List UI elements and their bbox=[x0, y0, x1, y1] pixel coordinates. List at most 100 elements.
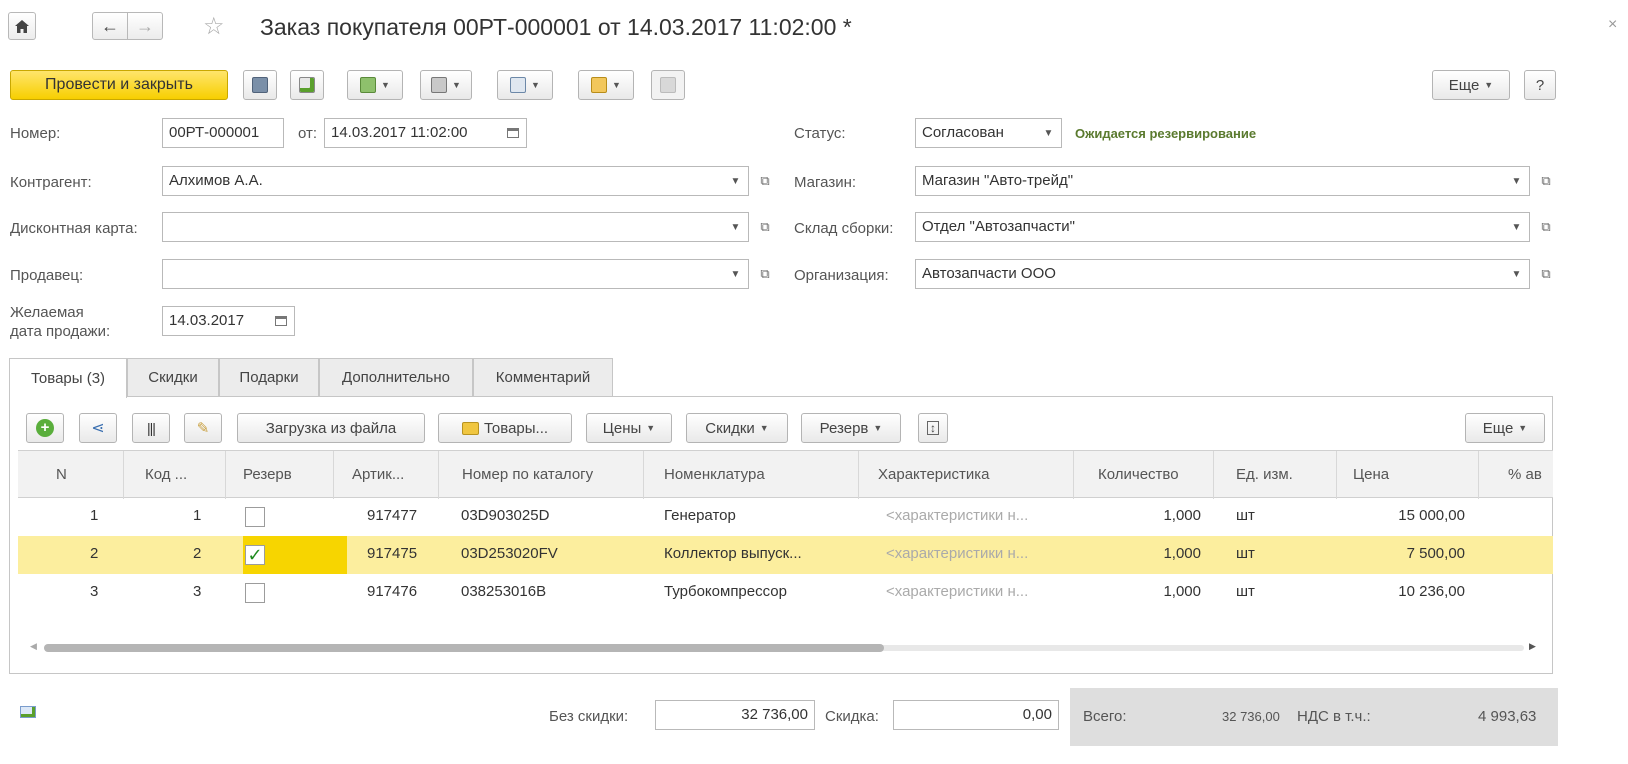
edit-disabled-button[interactable] bbox=[651, 70, 685, 100]
table-more-button[interactable]: Еще ▼ bbox=[1465, 413, 1545, 443]
post-and-close-button[interactable]: Провести и закрыть bbox=[10, 70, 228, 100]
scroll-left-icon[interactable]: ◀ bbox=[30, 641, 37, 652]
total-value: 32 736,00 bbox=[1222, 709, 1280, 724]
number-label: Номер: bbox=[10, 125, 61, 142]
edit-button[interactable]: ✎ bbox=[184, 413, 222, 443]
desired-date-calendar-button[interactable] bbox=[267, 306, 295, 336]
column-header-characteristic[interactable]: Характеристика bbox=[878, 466, 990, 483]
tab-discounts[interactable]: Скидки bbox=[127, 358, 219, 396]
reports-button[interactable]: ▼ bbox=[497, 70, 553, 100]
seller-dropdown-button[interactable]: ▼ bbox=[723, 259, 749, 289]
post-button[interactable] bbox=[290, 70, 324, 100]
help-button[interactable]: ? bbox=[1524, 70, 1556, 100]
status-select[interactable]: Согласован bbox=[915, 118, 1037, 148]
discount-card-field[interactable] bbox=[162, 212, 724, 242]
warehouse-field[interactable]: Отдел "Автозапчасти" bbox=[915, 212, 1505, 242]
column-header-reserve[interactable]: Резерв bbox=[243, 466, 292, 483]
chevron-down-icon: ▼ bbox=[873, 423, 883, 433]
column-divider bbox=[123, 451, 124, 499]
chevron-down-icon: ▼ bbox=[759, 423, 769, 433]
barcode-button[interactable]: ||| bbox=[132, 413, 170, 443]
column-header-discount-percent[interactable]: % ав bbox=[1508, 466, 1542, 483]
store-label: Магазин: bbox=[794, 174, 857, 191]
post-document-icon bbox=[299, 77, 315, 93]
counterparty-dropdown-button[interactable]: ▼ bbox=[723, 166, 749, 196]
close-button[interactable]: × bbox=[1608, 16, 1617, 34]
discounts-button[interactable]: Скидки ▼ bbox=[686, 413, 788, 443]
back-button[interactable]: ← bbox=[92, 12, 128, 40]
load-from-file-button[interactable]: Загрузка из файла bbox=[237, 413, 425, 443]
row-height-button[interactable]: ↕ bbox=[918, 413, 948, 443]
tab-gifts[interactable]: Подарки bbox=[219, 358, 319, 396]
seller-open-button[interactable]: ⧉ bbox=[753, 259, 777, 289]
cell-nomenclature: Турбокомпрессор bbox=[664, 583, 787, 600]
add-icon: + bbox=[36, 419, 54, 437]
message-icon[interactable] bbox=[20, 706, 36, 718]
column-header-quantity[interactable]: Количество bbox=[1098, 466, 1179, 483]
barcode-icon: ||| bbox=[147, 420, 156, 436]
counterparty-open-button[interactable]: ⧉ bbox=[753, 166, 777, 196]
scrollbar-thumb[interactable] bbox=[44, 644, 884, 652]
home-button[interactable] bbox=[8, 12, 36, 40]
open-window-icon: ⧉ bbox=[1541, 219, 1551, 234]
store-dropdown-button[interactable]: ▼ bbox=[1504, 166, 1530, 196]
horizontal-scrollbar[interactable]: ◀ ▶ bbox=[26, 641, 1546, 655]
chevron-down-icon: ▼ bbox=[1043, 127, 1054, 139]
column-header-unit[interactable]: Ед. изм. bbox=[1236, 466, 1293, 483]
open-window-icon: ⧉ bbox=[760, 173, 770, 188]
cell-price: 7 500,00 bbox=[1406, 545, 1465, 562]
organization-open-button[interactable]: ⧉ bbox=[1534, 259, 1558, 289]
reserve-button[interactable]: Резерв ▼ bbox=[801, 413, 901, 443]
organization-field[interactable]: Автозапчасти ООО bbox=[915, 259, 1505, 289]
discount-card-open-button[interactable]: ⧉ bbox=[753, 212, 777, 242]
counterparty-field[interactable]: Алхимов А.А. bbox=[162, 166, 724, 196]
cell-unit: шт bbox=[1236, 583, 1255, 600]
date-field[interactable]: 14.03.2017 11:02:00 bbox=[324, 118, 500, 148]
column-header-n[interactable]: N bbox=[56, 466, 67, 483]
expand-icon: ↕ bbox=[927, 421, 939, 435]
calendar-button[interactable] bbox=[499, 118, 527, 148]
prices-button[interactable]: Цены ▼ bbox=[586, 413, 672, 443]
pencil-icon: ✎ bbox=[196, 420, 210, 437]
cell-price: 15 000,00 bbox=[1398, 507, 1465, 524]
tab-additional[interactable]: Дополнительно bbox=[319, 358, 473, 396]
column-header-nomenclature[interactable]: Номенклатура bbox=[664, 466, 765, 483]
forward-button[interactable]: → bbox=[127, 12, 163, 40]
discount-card-dropdown-button[interactable]: ▼ bbox=[723, 212, 749, 242]
save-button[interactable] bbox=[243, 70, 277, 100]
reserve-checkbox-checked[interactable]: ✓ bbox=[245, 545, 265, 565]
create-based-on-button[interactable]: ▼ bbox=[347, 70, 403, 100]
attachments-button[interactable]: ▼ bbox=[578, 70, 634, 100]
desired-date-label-line2: дата продажи: bbox=[10, 323, 111, 340]
warehouse-dropdown-button[interactable]: ▼ bbox=[1504, 212, 1530, 242]
add-row-button[interactable]: + bbox=[26, 413, 64, 443]
share-button[interactable]: ⋖ bbox=[79, 413, 117, 443]
store-open-button[interactable]: ⧉ bbox=[1534, 166, 1558, 196]
desired-date-field[interactable]: 14.03.2017 bbox=[162, 306, 268, 336]
column-header-price[interactable]: Цена bbox=[1353, 466, 1389, 483]
column-header-article[interactable]: Артик... bbox=[352, 466, 404, 483]
store-field[interactable]: Магазин "Авто-трейд" bbox=[915, 166, 1505, 196]
print-button[interactable]: ▼ bbox=[420, 70, 472, 100]
organization-dropdown-button[interactable]: ▼ bbox=[1504, 259, 1530, 289]
goods-select-button[interactable]: Товары... bbox=[438, 413, 572, 443]
organization-label: Организация: bbox=[794, 267, 889, 284]
tab-comment[interactable]: Комментарий bbox=[473, 358, 613, 396]
reserve-checkbox[interactable] bbox=[245, 583, 265, 603]
status-dropdown-button[interactable]: ▼ bbox=[1036, 118, 1062, 148]
arrow-right-icon: → bbox=[136, 15, 154, 36]
tab-goods[interactable]: Товары (3) bbox=[9, 358, 127, 398]
table-row[interactable]: 1 1 917477 03D903025D Генератор <характе… bbox=[18, 498, 1553, 536]
column-header-catalog-number[interactable]: Номер по каталогу bbox=[462, 466, 593, 483]
table-row[interactable]: 3 3 917476 038253016B Турбокомпрессор <х… bbox=[18, 574, 1553, 612]
favorite-star-button[interactable]: ☆ bbox=[203, 12, 225, 41]
table-row-selected[interactable]: 2 2 ✓ 917475 03D253020FV Коллектор выпус… bbox=[18, 536, 1553, 574]
reserve-checkbox[interactable] bbox=[245, 507, 265, 527]
more-button[interactable]: Еще ▼ bbox=[1432, 70, 1510, 100]
number-field[interactable]: 00РТ-000001 bbox=[162, 118, 284, 148]
seller-field[interactable] bbox=[162, 259, 724, 289]
cell-characteristic: <характеристики н... bbox=[886, 583, 1029, 600]
scroll-right-icon[interactable]: ▶ bbox=[1529, 641, 1536, 652]
column-header-code[interactable]: Код ... bbox=[145, 466, 187, 483]
warehouse-open-button[interactable]: ⧉ bbox=[1534, 212, 1558, 242]
